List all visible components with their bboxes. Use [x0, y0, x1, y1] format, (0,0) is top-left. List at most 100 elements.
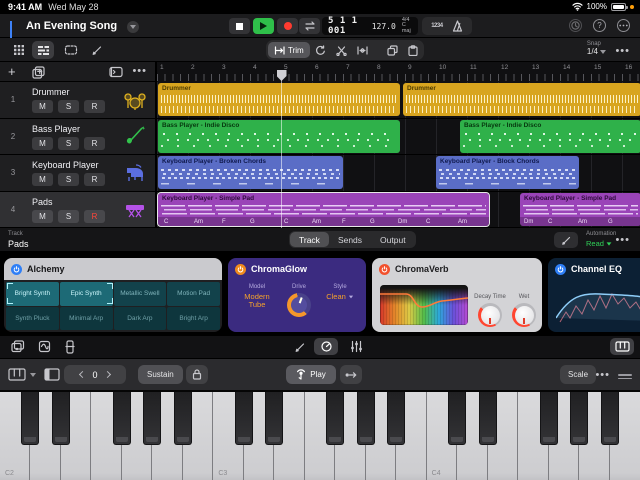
record-enable-button[interactable]: R: [84, 137, 105, 150]
alchemy-preset-pad[interactable]: Dark Arp: [114, 307, 167, 331]
solo-button[interactable]: S: [58, 210, 79, 223]
add-track-button[interactable]: +: [8, 64, 16, 79]
plugin-card-alchemy[interactable]: Alchemy Bright SynthEpic SynthMetallic S…: [4, 258, 222, 332]
alchemy-preset-pad[interactable]: Epic Synth: [60, 282, 113, 306]
scale-button[interactable]: Scale: [560, 365, 596, 384]
metronome-button[interactable]: [452, 20, 463, 32]
piano-key-black[interactable]: [113, 392, 131, 445]
region[interactable]: Keyboard Player - Block Chords: [436, 156, 579, 189]
cycle-button[interactable]: [299, 18, 320, 34]
region[interactable]: Drummer: [403, 83, 640, 116]
piano-key-black[interactable]: [143, 392, 161, 445]
history-icon[interactable]: [569, 19, 582, 32]
stop-button[interactable]: [229, 18, 250, 34]
region[interactable]: Keyboard Player - Simple PadDmCAmG: [520, 193, 640, 226]
lane-bass[interactable]: Bass Player - Indie DiscoBass Player - I…: [157, 119, 640, 156]
alchemy-preset-pad[interactable]: Bright Arp: [167, 307, 220, 331]
mute-button[interactable]: M: [32, 210, 53, 223]
join-button[interactable]: [352, 46, 373, 55]
toolbar-more-button[interactable]: •••: [615, 48, 630, 54]
keyboard-panel-button[interactable]: [610, 338, 634, 355]
lane-pads[interactable]: Keyboard Player - Simple PadCAmFGCAmFGDm…: [157, 192, 640, 229]
record-enable-button[interactable]: R: [84, 173, 105, 186]
region[interactable]: Keyboard Player - Simple PadCAmFGCAmFGDm…: [158, 193, 489, 226]
loop-button[interactable]: [310, 45, 331, 56]
plugin-card-chromaglow[interactable]: ChromaGlow Model Modern Tube Drive Style…: [228, 258, 366, 332]
verb-decay-knob[interactable]: Decay Time: [472, 294, 508, 327]
keyboard-type-chevron[interactable]: [30, 373, 36, 377]
piano-key-black[interactable]: [21, 392, 39, 445]
segment-output[interactable]: Output: [371, 232, 415, 247]
levels-view-button[interactable]: [344, 338, 368, 355]
tracks-view-button[interactable]: [32, 41, 54, 59]
segment-sends[interactable]: Sends: [329, 232, 371, 247]
power-icon[interactable]: [379, 264, 390, 275]
copy-button[interactable]: [382, 45, 403, 56]
mute-button[interactable]: M: [32, 173, 53, 186]
piano-key-black[interactable]: [570, 392, 588, 445]
piano-key-black[interactable]: [479, 392, 497, 445]
piano-key-black[interactable]: [52, 392, 70, 445]
song-menu-chevron[interactable]: [127, 21, 139, 33]
lock-button[interactable]: [186, 365, 208, 384]
pencil-tool-button[interactable]: [86, 41, 108, 59]
glow-style-control[interactable]: Style Clean: [320, 284, 360, 301]
alchemy-preset-pad[interactable]: Minimal Arp: [60, 307, 113, 331]
power-icon[interactable]: [11, 264, 22, 275]
duplicate-track-button[interactable]: [32, 66, 45, 79]
piano-key-black[interactable]: [235, 392, 253, 445]
solo-button[interactable]: S: [58, 173, 79, 186]
record-enable-button[interactable]: R: [84, 210, 105, 223]
back-button[interactable]: [10, 21, 12, 39]
more-menu-button[interactable]: [617, 19, 630, 32]
piano-key-black[interactable]: [601, 392, 619, 445]
keyboard-drag-handle[interactable]: [618, 372, 632, 381]
automation-mode-button[interactable]: Read: [586, 239, 612, 248]
alchemy-preset-pad[interactable]: Motion Pad: [167, 282, 220, 306]
record-button[interactable]: [277, 18, 298, 34]
verb-wet-knob[interactable]: Wet: [510, 294, 538, 327]
trim-mode-button[interactable]: Trim: [268, 42, 310, 58]
loops-icon[interactable]: [6, 338, 30, 355]
marquee-tool-button[interactable]: [60, 41, 82, 59]
region[interactable]: Drummer: [158, 83, 400, 116]
inspector-more-button[interactable]: •••: [615, 237, 630, 243]
split-button[interactable]: [331, 45, 352, 56]
browser-button[interactable]: [8, 41, 30, 59]
alchemy-preset-pad[interactable]: Synth Pluck: [6, 307, 59, 331]
keyboard-more-button[interactable]: •••: [595, 372, 610, 378]
mute-button[interactable]: M: [32, 137, 53, 150]
plugin-card-chromaverb[interactable]: ChromaVerb Decay Time Wet: [372, 258, 542, 332]
region[interactable]: Bass Player - Indie Disco: [158, 120, 400, 153]
sampler-icon[interactable]: [32, 338, 56, 355]
record-enable-button[interactable]: R: [84, 100, 105, 113]
automation-edit-button[interactable]: [554, 232, 578, 248]
segment-track[interactable]: Track: [290, 232, 329, 247]
region[interactable]: Keyboard Player - Broken Chords: [158, 156, 343, 189]
piano-key-black[interactable]: [357, 392, 375, 445]
glide-mode-button[interactable]: [340, 365, 362, 384]
split-view-icon[interactable]: [44, 368, 60, 381]
solo-button[interactable]: S: [58, 137, 79, 150]
glow-drive-knob[interactable]: Drive: [284, 284, 314, 317]
piano-key-black[interactable]: [265, 392, 283, 445]
alchemy-preset-pad[interactable]: Bright Synth: [6, 282, 59, 306]
controls-view-button[interactable]: [314, 338, 338, 355]
mute-button[interactable]: M: [32, 100, 53, 113]
lane-drummer[interactable]: DrummerDrummer: [157, 82, 640, 119]
bar-ruler[interactable]: 12345678910111213141516: [157, 62, 640, 74]
help-button[interactable]: ?: [593, 19, 606, 32]
alchemy-preset-pad[interactable]: Metallic Swell: [114, 282, 167, 306]
piano-key-black[interactable]: [448, 392, 466, 445]
octave-down-button[interactable]: [79, 371, 86, 378]
song-title[interactable]: An Evening Song: [26, 20, 117, 32]
paste-button[interactable]: [403, 45, 424, 56]
piano-key-black[interactable]: [540, 392, 558, 445]
lcd-display[interactable]: 5 1 1 001 127.0 4/4 C maj: [322, 17, 418, 35]
keyboard-type-icon[interactable]: [8, 368, 26, 381]
track-header-bass[interactable]: 2 Bass Player M S R: [0, 119, 155, 156]
count-in-button[interactable]: 1234: [431, 23, 442, 29]
glow-model-control[interactable]: Model Modern Tube: [234, 284, 280, 309]
track-header-pads[interactable]: 4 Pads M S R: [0, 192, 155, 229]
track-header-keyboard[interactable]: 3 Keyboard Player M S R: [0, 155, 155, 192]
